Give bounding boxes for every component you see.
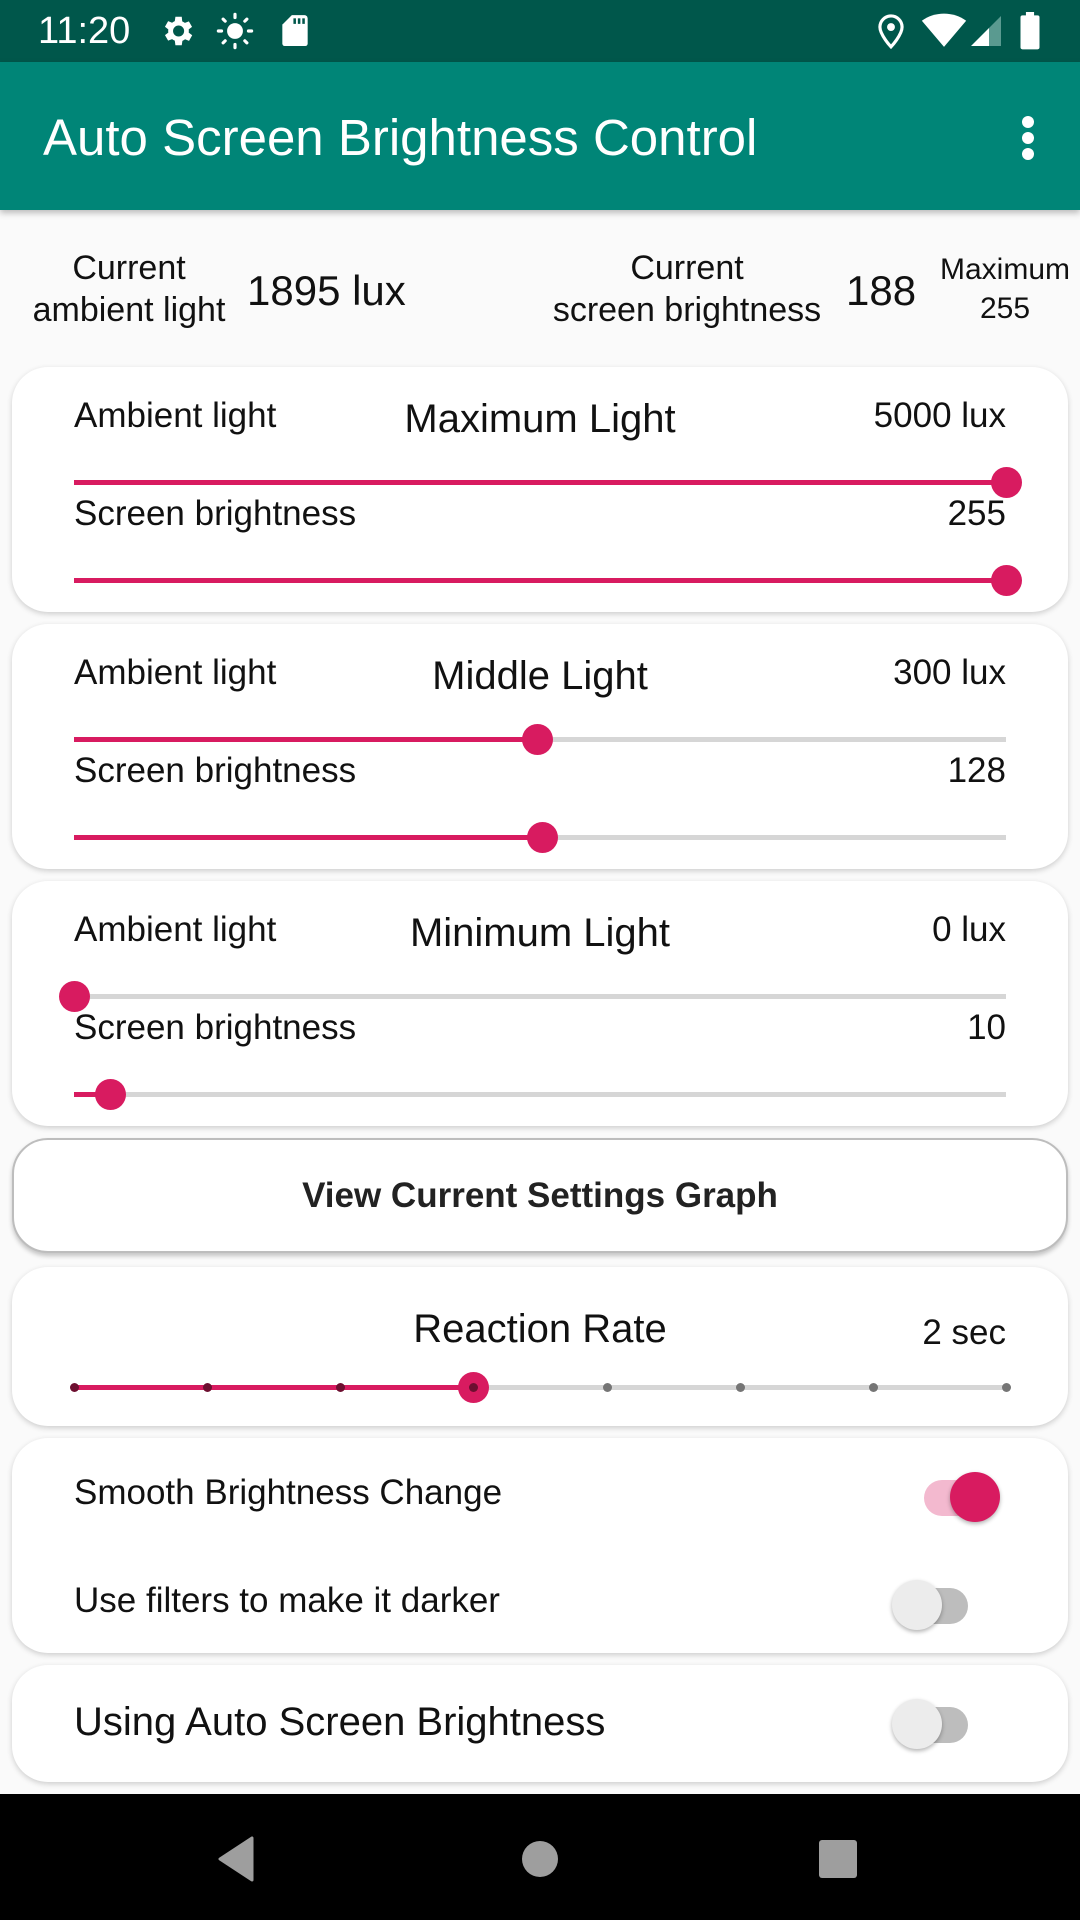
reaction-rate-value: 2 sec: [922, 1313, 1006, 1352]
recents-icon[interactable]: [798, 1824, 878, 1894]
slider-thumb[interactable]: [522, 724, 554, 755]
ambient-light-value: 0 lux: [932, 910, 1006, 949]
maximum-brightness: Maximum 255: [939, 253, 1070, 325]
screen-brightness-value: 10: [967, 1008, 1006, 1047]
use-filters-label: Use filters to make it darker: [74, 1581, 500, 1620]
card-title: Minimum Light: [409, 911, 671, 955]
auto-brightness-label: Using Auto Screen Brightness: [74, 1700, 606, 1744]
screen-brightness-label: Screen brightness: [74, 1008, 357, 1047]
slider-thumb[interactable]: [991, 565, 1022, 596]
slider-fill: [74, 578, 1006, 583]
slider-track: [74, 1092, 1006, 1097]
smooth-brightness-label: Smooth Brightness Change: [74, 1473, 503, 1512]
slider-step-tick: [868, 1383, 878, 1392]
slider-step-tick: [735, 1383, 745, 1392]
slider-step-tick: [70, 1383, 79, 1392]
brightness-icon: [216, 12, 254, 50]
current-readings: Current ambient light 1895 lux Current s…: [0, 210, 1080, 367]
auto-brightness-card: Using Auto Screen Brightness: [12, 1665, 1068, 1782]
slider-fill: [74, 835, 542, 840]
ambient-light-value: 5000 lux: [873, 396, 1006, 435]
sd-card-icon: [282, 15, 308, 47]
screen-brightness-value: 255: [947, 494, 1006, 533]
status-bar: 11:20: [0, 0, 1080, 62]
slider-thumb[interactable]: [526, 822, 558, 853]
current-brightness-value: 188: [846, 267, 917, 314]
screen-brightness-label: Screen brightness: [74, 751, 357, 790]
gear-icon: [164, 16, 193, 46]
smooth-brightness-switch[interactable]: [910, 1468, 1000, 1524]
ambient-light-value: 300 lux: [893, 653, 1006, 692]
slider-fill: [74, 480, 1006, 485]
slider-step-tick: [602, 1383, 612, 1392]
maximum-light-card: Ambient light Maximum Light 5000 lux Scr…: [12, 367, 1068, 612]
slider-fill: [74, 737, 538, 742]
options-card: Smooth Brightness Change Use filters to …: [12, 1438, 1068, 1653]
slider-step-tick: [1002, 1383, 1011, 1392]
reaction-rate-slider[interactable]: [70, 1368, 1011, 1408]
minimum-light-card: Ambient light Minimum Light 0 lux Screen…: [12, 881, 1068, 1126]
slider-track: [74, 994, 1006, 999]
view-settings-graph-button[interactable]: View Current Settings Graph: [12, 1138, 1068, 1253]
screen-brightness-slider[interactable]: [74, 818, 1006, 858]
slider-step-tick: [203, 1383, 213, 1392]
wifi-icon: [921, 13, 967, 47]
slider-thumb[interactable]: [95, 1079, 127, 1110]
screen-brightness-slider[interactable]: [74, 561, 1022, 601]
slider-step-tick: [336, 1383, 346, 1392]
app-title: Auto Screen Brightness Control: [43, 109, 758, 166]
middle-light-card: Ambient light Middle Light 300 lux Scree…: [12, 624, 1068, 869]
app-bar: Auto Screen Brightness Control: [0, 62, 1080, 210]
more-options-icon[interactable]: [996, 102, 1060, 174]
current-brightness-label: Current screen brightness: [552, 249, 822, 329]
current-ambient-label: Current ambient light: [32, 249, 226, 329]
screen-brightness-slider[interactable]: [74, 1075, 1006, 1115]
status-time: 11:20: [38, 10, 131, 52]
screen-brightness-label: Screen brightness: [74, 494, 357, 533]
screen-brightness-value: 128: [947, 751, 1006, 790]
reaction-rate-card: Reaction Rate 2 sec: [12, 1267, 1068, 1426]
navigation-bar: [0, 1794, 1080, 1920]
back-icon[interactable]: [198, 1824, 278, 1894]
use-filters-switch[interactable]: [892, 1576, 982, 1632]
location-icon: [878, 14, 904, 50]
slider-fill: [74, 1385, 474, 1390]
current-ambient-value: 1895 lux: [247, 267, 406, 314]
cell-signal-icon: [971, 16, 1001, 46]
battery-icon: [1020, 12, 1040, 50]
auto-brightness-switch[interactable]: [892, 1695, 982, 1751]
home-icon[interactable]: [500, 1824, 580, 1894]
reaction-rate-title: Reaction Rate: [413, 1307, 667, 1351]
